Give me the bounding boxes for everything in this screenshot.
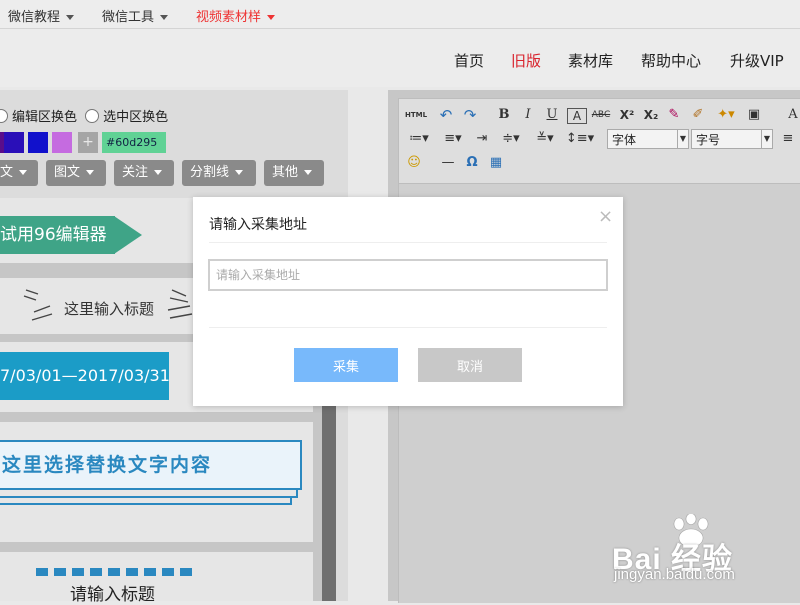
watermark-url: jingyan.baidu.com (614, 566, 735, 583)
divider (209, 327, 607, 328)
collect-url-dialog: 请输入采集地址 × 采集 取消 (193, 197, 623, 406)
collect-url-input[interactable] (208, 259, 608, 291)
collect-button[interactable]: 采集 (294, 348, 398, 382)
baidu-watermark: Bai 经验 jingyan.baidu.com (612, 514, 792, 584)
divider (209, 242, 607, 243)
close-icon[interactable]: × (598, 206, 613, 227)
dialog-title: 请输入采集地址 (209, 217, 307, 233)
cancel-button[interactable]: 取消 (418, 348, 522, 382)
